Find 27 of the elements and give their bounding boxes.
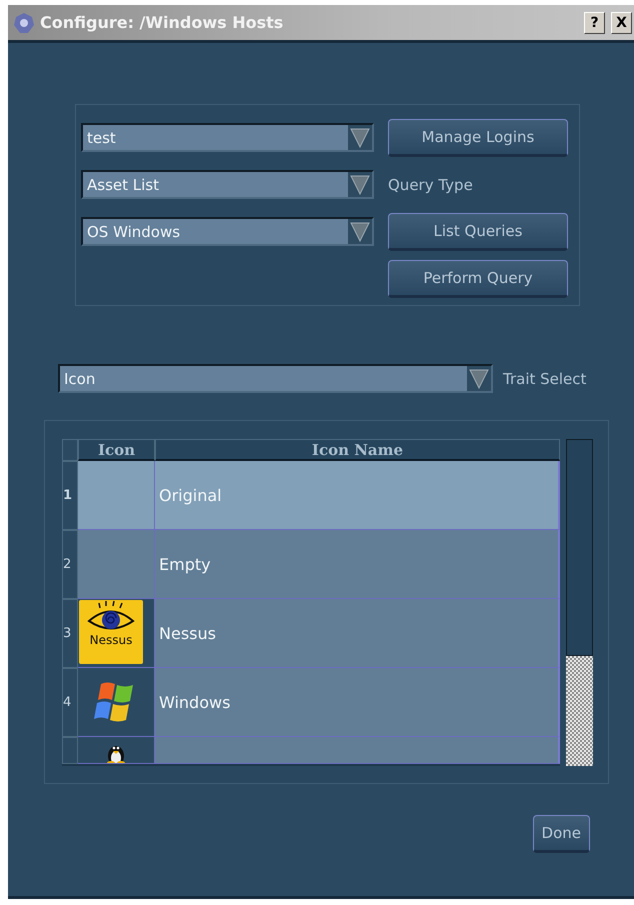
table-row[interactable]: Nessus bbox=[155, 599, 560, 668]
row-header: 3 bbox=[62, 599, 78, 668]
table-row[interactable]: Empty bbox=[155, 530, 560, 599]
action-button[interactable]: Perform Query bbox=[388, 260, 568, 298]
dropdown[interactable]: Asset List bbox=[81, 170, 374, 199]
dropdown[interactable]: Icon bbox=[58, 364, 493, 393]
action-button[interactable]: List Queries bbox=[388, 212, 568, 250]
corner-header bbox=[62, 439, 78, 461]
dropdown[interactable]: OS Windows bbox=[81, 217, 374, 246]
dropdown[interactable]: test bbox=[81, 123, 374, 152]
help-button[interactable]: ? bbox=[584, 12, 605, 34]
app-logo-icon bbox=[12, 10, 36, 34]
done-button[interactable]: Done bbox=[532, 815, 590, 853]
field-label: Trait Select bbox=[503, 370, 586, 388]
row-header: 4 bbox=[62, 668, 78, 737]
action-button[interactable]: Manage Logins bbox=[388, 118, 568, 156]
scrollbar[interactable] bbox=[566, 439, 593, 766]
eye-logo-icon: Nessus bbox=[79, 600, 143, 664]
row-header: 1 bbox=[62, 461, 78, 530]
table-row[interactable]: Original bbox=[155, 461, 560, 530]
window-title: Configure: /Windows Hosts bbox=[40, 13, 284, 32]
close-button[interactable]: X bbox=[611, 12, 632, 34]
table-row[interactable]: Windows bbox=[155, 668, 560, 737]
row-header: 2 bbox=[62, 530, 78, 599]
column-header[interactable]: Icon bbox=[78, 439, 155, 461]
field-label: Query Type bbox=[388, 176, 474, 194]
column-header[interactable]: Icon Name bbox=[155, 439, 560, 461]
